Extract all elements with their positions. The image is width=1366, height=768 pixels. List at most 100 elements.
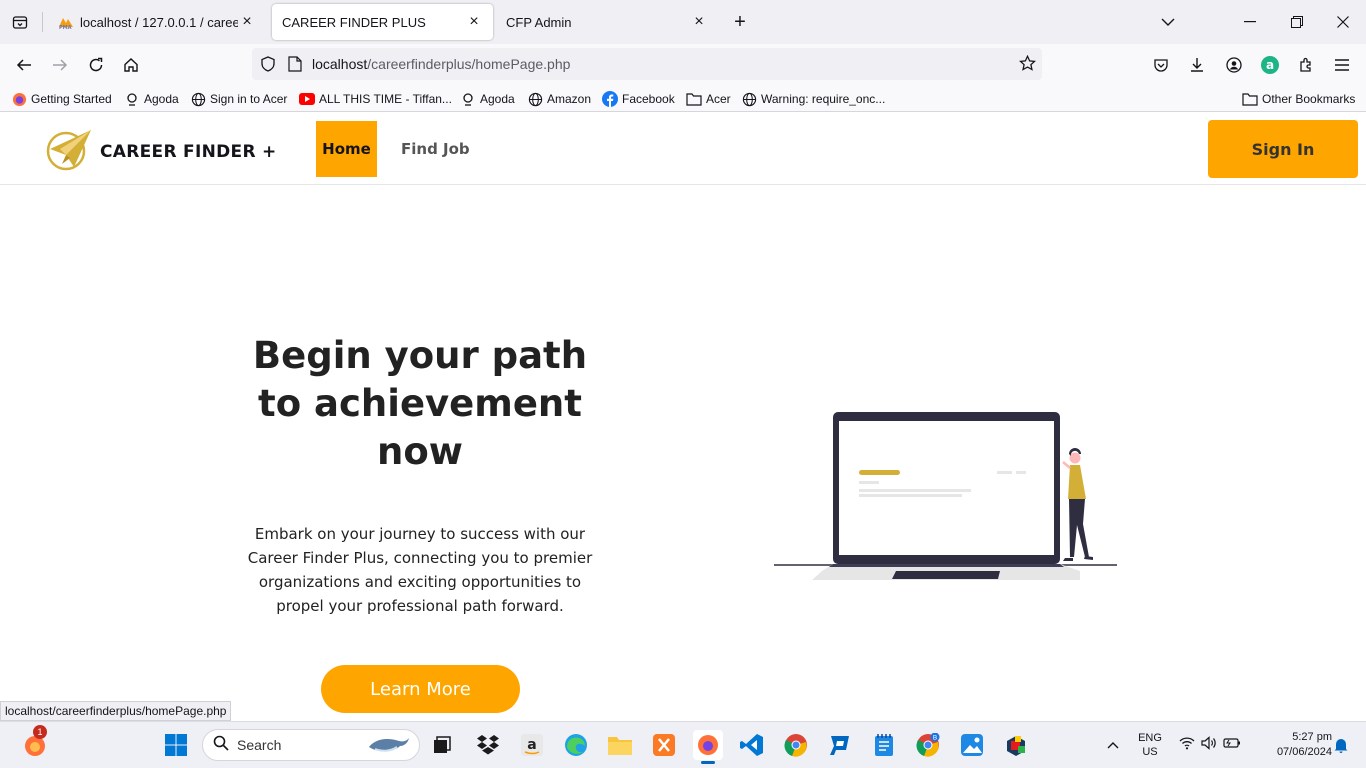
tab-cfp-admin[interactable]: CFP Admin × [496,4,718,40]
reload-icon[interactable] [83,52,109,78]
close-icon[interactable]: × [465,13,483,31]
tab-separator [42,12,43,32]
svg-text:B: B [933,734,937,742]
bookmark-label: Getting Started [31,92,112,106]
bookmark-label: Agoda [144,92,179,106]
notification-badge: 1 [33,725,47,739]
bookmark-label: Acer [706,92,731,106]
page-icon[interactable] [288,56,302,77]
search-label: Search [237,737,282,753]
forward-icon[interactable] [47,52,73,78]
language-indicator[interactable]: ENG US [1132,731,1168,759]
bookmark-label: Warning: require_onc... [761,92,886,106]
browser-tab-bar: PMA localhost / 127.0.0.1 / careerfind ×… [0,0,1366,44]
notepad-icon[interactable] [869,730,899,760]
firefox-taskbar-icon[interactable] [693,730,723,764]
home-icon[interactable] [118,52,144,78]
region-label: US [1142,746,1158,758]
paper-plane-logo-icon [44,127,92,176]
edge-icon[interactable] [561,730,591,760]
url-bar[interactable]: localhost/careerfinderplus/homePage.php [252,48,1042,80]
tab-career-finder-plus[interactable]: CAREER FINDER PLUS × [272,4,493,40]
amazon-icon[interactable]: a [517,730,547,760]
url-text[interactable]: localhost/careerfinderplus/homePage.php [312,56,570,72]
svg-text:a: a [527,737,536,753]
tab-phpmyadmin[interactable]: PMA localhost / 127.0.0.1 / careerfind × [48,4,266,40]
menu-icon[interactable] [1329,52,1355,78]
close-icon[interactable]: × [690,13,708,31]
search-highlight-whale-icon [367,733,411,764]
bookmark-getting-started[interactable]: Getting Started [11,90,112,108]
bookmark-acer-folder[interactable]: Acer [686,90,731,108]
other-bookmarks[interactable]: Other Bookmarks [1242,90,1355,108]
site-header: CAREER FINDER + Home Find Job Sign In [0,113,1366,185]
bookmark-all-this-time[interactable]: ALL THIS TIME - Tiffan... [299,90,452,108]
close-icon[interactable]: × [238,13,256,31]
bookmark-star-icon[interactable] [1019,54,1036,77]
pocket-icon[interactable] [1148,52,1174,78]
bookmark-agoda-2[interactable]: Agoda [460,90,515,108]
tab-list-icon[interactable] [8,10,32,34]
globe-icon [190,91,206,107]
back-icon[interactable] [11,52,37,78]
photos-icon[interactable] [957,730,987,760]
clock[interactable]: 5:27 pm 07/06/2024 [1252,730,1332,760]
chevron-down-icon[interactable] [1154,8,1182,36]
search-icon [213,735,229,756]
account-icon[interactable] [1221,52,1247,78]
hero-description: Embark on your journey to success with o… [247,525,593,615]
chrome-profile-icon[interactable]: B [913,730,943,760]
nav-home[interactable]: Home [316,121,377,177]
close-window-icon[interactable] [1329,8,1357,36]
url-host: localhost [312,56,368,72]
bookmark-amazon[interactable]: Amazon [527,90,591,108]
nav-find-job[interactable]: Find Job [401,121,470,177]
extension-a-icon[interactable]: a [1257,52,1283,78]
bookmark-label: ALL THIS TIME - Tiffan... [319,92,452,106]
battery-icon [1223,736,1241,754]
dropbox-icon[interactable] [473,730,503,760]
sign-in-button[interactable]: Sign In [1208,120,1358,178]
bookmark-agoda[interactable]: Agoda [124,90,179,108]
chrome-icon[interactable] [781,730,811,760]
bookmark-label: Sign in to Acer [210,92,288,106]
vscode-icon[interactable] [737,730,767,760]
notification-bell-icon[interactable] [1326,730,1356,760]
globe-icon [527,91,543,107]
new-tab-icon[interactable]: + [728,10,752,34]
quick-settings[interactable] [1174,730,1246,760]
windows-start-icon[interactable] [161,730,191,760]
firefox-update-icon[interactable]: 1 [20,725,50,760]
bookmark-facebook[interactable]: Facebook [602,90,675,108]
xampp-icon[interactable] [649,730,679,760]
bookmark-warning[interactable]: Warning: require_onc... [741,90,885,108]
bookmark-sign-in-acer[interactable]: Sign in to Acer [190,90,287,108]
svg-text:PMA: PMA [59,25,72,29]
download-icon[interactable] [1184,52,1210,78]
wifi-icon [1179,736,1195,755]
chevron-up-icon[interactable] [1098,730,1128,760]
minimize-icon[interactable] [1236,8,1264,36]
folder-icon [1242,91,1258,107]
taskbar-search[interactable]: Search [202,729,420,761]
file-explorer-icon[interactable] [605,730,635,760]
bookmark-label: Agoda [480,92,515,106]
folder-icon [686,91,702,107]
active-indicator [701,761,715,764]
restore-icon[interactable] [1283,8,1311,36]
hero-title: Begin your path to achievement now [252,334,588,473]
logo-text: CAREER FINDER + [100,141,277,162]
facebook-icon [602,91,618,107]
clock-time: 5:27 pm [1292,731,1332,743]
windows-taskbar: 1 Search a B ENG US 5:27 pm 07/06/2024 [0,721,1366,768]
cursor-app-icon[interactable] [825,730,855,760]
tab-title: CFP Admin [506,14,572,30]
shield-icon[interactable] [260,56,276,77]
extensions-icon[interactable] [1293,52,1319,78]
virtualbox-icon[interactable] [1001,730,1031,760]
site-logo[interactable]: CAREER FINDER + [44,127,277,176]
firefox-icon [11,91,27,107]
browser-toolbar: localhost/careerfinderplus/homePage.php … [0,44,1366,86]
task-view-icon[interactable] [427,730,457,760]
learn-more-button[interactable]: Learn More [321,665,520,713]
